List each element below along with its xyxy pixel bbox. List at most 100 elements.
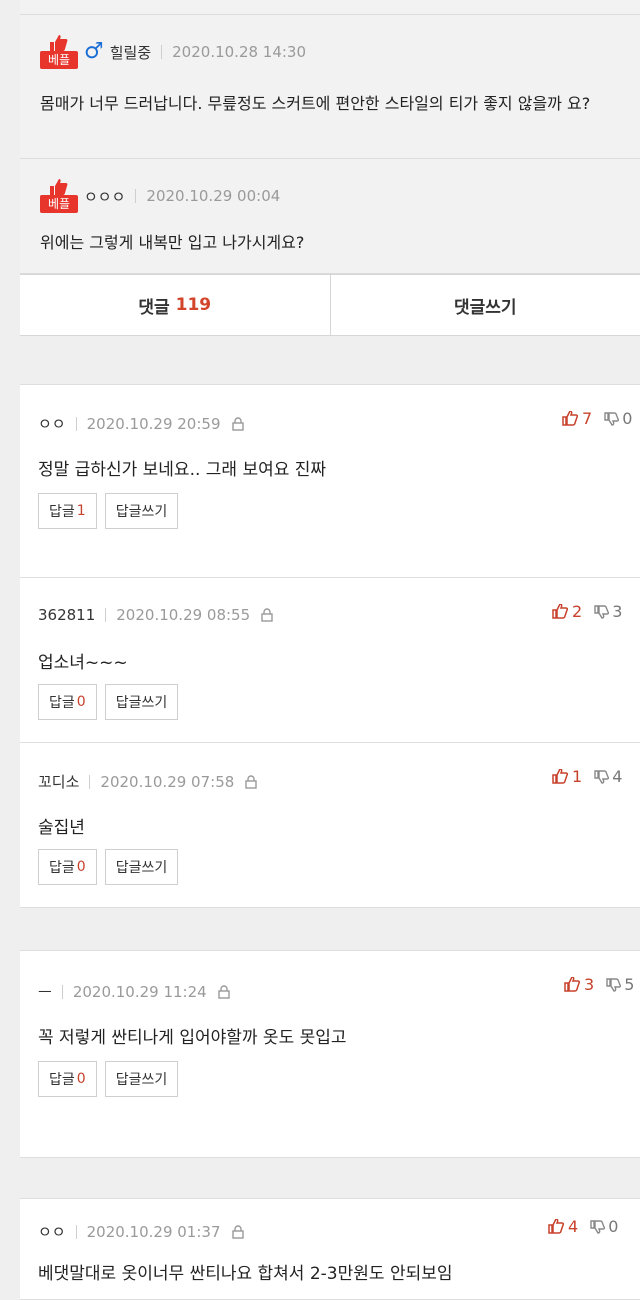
downvote-button[interactable]: 0 [590,1217,618,1236]
upvote-count: 4 [568,1217,578,1236]
comment-text: 정말 급하신가 보네요.. 그래 보여요 진짜 [38,455,326,480]
best-comment-header: 베플 ♂ 힐릴중 2020.10.28 14:30 [40,35,306,69]
vote-box: 7 0 [562,409,632,428]
thumb-up-icon [562,411,578,426]
comment-author[interactable]: ㅇㅇ [38,1221,66,1242]
divider [76,1225,77,1239]
vote-box: 4 0 [548,1217,618,1236]
thumb-up-icon [552,769,568,784]
comment-text: 위에는 그렇게 내복만 입고 나가시게요? [40,229,620,257]
tab-comments[interactable]: 댓글 119 [20,275,330,335]
thumb-up-icon [48,179,68,195]
reply-label: 답글 [49,1069,75,1089]
downvote-button[interactable]: 5 [606,975,634,994]
divider [135,189,136,203]
comment-item: ㅇㅇ 2020.10.29 20:59 7 0 정말 급하신가 보네요.. 그래… [20,384,640,578]
upvote-button[interactable]: 4 [548,1217,578,1236]
write-reply-label: 답글쓰기 [116,501,168,521]
divider [76,417,77,431]
upvote-button[interactable]: 1 [552,767,582,786]
tab-comments-label: 댓글 [138,293,169,318]
comment-actions: 답글0 답글쓰기 [38,684,186,720]
comment-date: 2020.10.28 14:30 [172,43,306,61]
male-icon: ♂ [84,42,104,62]
write-reply-button[interactable]: 답글쓰기 [105,1061,179,1097]
comment-author[interactable]: 꼬디소 [38,771,79,792]
thumb-down-icon [594,605,609,619]
downvote-button[interactable]: 3 [594,602,622,621]
best-comment-header: 베플 ㅇㅇㅇ 2020.10.29 00:04 [40,179,280,213]
best-comment-2: 베플 ㅇㅇㅇ 2020.10.29 00:04 위에는 그렇게 내복만 입고 나… [20,159,640,274]
lock-icon [231,1225,245,1239]
comment-actions: 답글0 답글쓰기 [38,1061,186,1097]
downvote-count: 4 [612,767,622,786]
upvote-button[interactable]: 7 [562,409,592,428]
comment-item: 362811 2020.10.29 08:55 2 3 업소녀~~~ 답글0 답… [20,577,640,743]
divider [62,985,63,999]
write-reply-button[interactable]: 답글쓰기 [105,684,179,720]
comment-header: ㅇㅇ 2020.10.29 20:59 [38,413,245,434]
upvote-count: 1 [572,767,582,786]
comment-author[interactable]: 힐릴중 [110,42,151,63]
reply-label: 답글 [49,501,75,521]
reply-button[interactable]: 답글0 [38,684,97,720]
comment-date: 2020.10.29 11:24 [73,983,207,1001]
comment-date: 2020.10.29 08:55 [116,606,250,624]
best-badge: 베플 [40,35,78,69]
reply-button[interactable]: 답글0 [38,849,97,885]
reply-button[interactable]: 답글1 [38,493,97,529]
top-divider [20,0,640,15]
thumb-down-icon [604,412,619,426]
vote-box: 1 4 [552,767,622,786]
upvote-count: 3 [584,975,594,994]
comment-text: 업소녀~~~ [38,648,128,673]
upvote-button[interactable]: 2 [552,602,582,621]
divider [161,45,162,59]
write-reply-label: 답글쓰기 [116,1069,168,1089]
write-reply-label: 답글쓰기 [116,692,168,712]
comment-text: 술집년 [38,813,85,838]
upvote-count: 7 [582,409,592,428]
comment-header: 꼬디소 2020.10.29 07:58 [38,771,258,792]
downvote-button[interactable]: 4 [594,767,622,786]
comment-item: 꼬디소 2020.10.29 07:58 1 4 술집년 답글0 답글쓰기 [20,742,640,908]
comment-author[interactable]: ㅇㅇ [38,413,66,434]
reply-label: 답글 [49,692,75,712]
comment-actions: 답글0 답글쓰기 [38,849,186,885]
lock-icon [260,608,274,622]
reply-count: 0 [77,694,86,710]
thumb-down-icon [590,1220,605,1234]
downvote-count: 3 [612,602,622,621]
upvote-count: 2 [572,602,582,621]
downvote-button[interactable]: 0 [604,409,632,428]
comment-header: 362811 2020.10.29 08:55 [38,606,274,624]
comment-text: 몸매가 너무 드러납니다. 무릎정도 스커트에 편안한 스타일의 티가 좋지 않… [40,90,620,118]
reply-button[interactable]: 답글0 [38,1061,97,1097]
thumb-up-icon [48,35,68,51]
comment-item: ㅇㅇ 2020.10.29 01:37 4 0 베댓말대로 옷이너무 싼티나요 … [20,1198,640,1300]
comment-text: 베댓말대로 옷이너무 싼티나요 합쳐서 2-3만원도 안되보임 [38,1259,453,1284]
comment-header: ㅇㅇ 2020.10.29 01:37 [38,1221,245,1242]
comment-actions: 답글1 답글쓰기 [38,493,186,529]
reply-label: 답글 [49,857,75,877]
downvote-count: 0 [622,409,632,428]
vote-box: 2 3 [552,602,622,621]
downvote-count: 5 [624,975,634,994]
upvote-button[interactable]: 3 [564,975,594,994]
comment-date: 2020.10.29 07:58 [100,773,234,791]
comment-author[interactable]: ㅡ [38,981,52,1002]
comment-date: 2020.10.29 00:04 [146,187,280,205]
comment-count: 119 [176,295,212,315]
comment-date: 2020.10.29 20:59 [87,415,221,433]
thumb-down-icon [594,770,609,784]
comment-text: 꼭 저렇게 싼티나게 입어야할까 옷도 못입고 [38,1023,347,1048]
write-reply-button[interactable]: 답글쓰기 [105,849,179,885]
tab-write-comment[interactable]: 댓글쓰기 [330,275,640,335]
comment-item: ㅡ 2020.10.29 11:24 3 5 꼭 저렇게 싼티나게 입어야할까 … [20,950,640,1158]
comment-author[interactable]: 362811 [38,606,95,624]
comment-author[interactable]: ㅇㅇㅇ [84,186,125,207]
lock-icon [231,417,245,431]
write-reply-button[interactable]: 답글쓰기 [105,493,179,529]
thumb-up-icon [564,977,580,992]
vote-box: 3 5 [564,975,634,994]
